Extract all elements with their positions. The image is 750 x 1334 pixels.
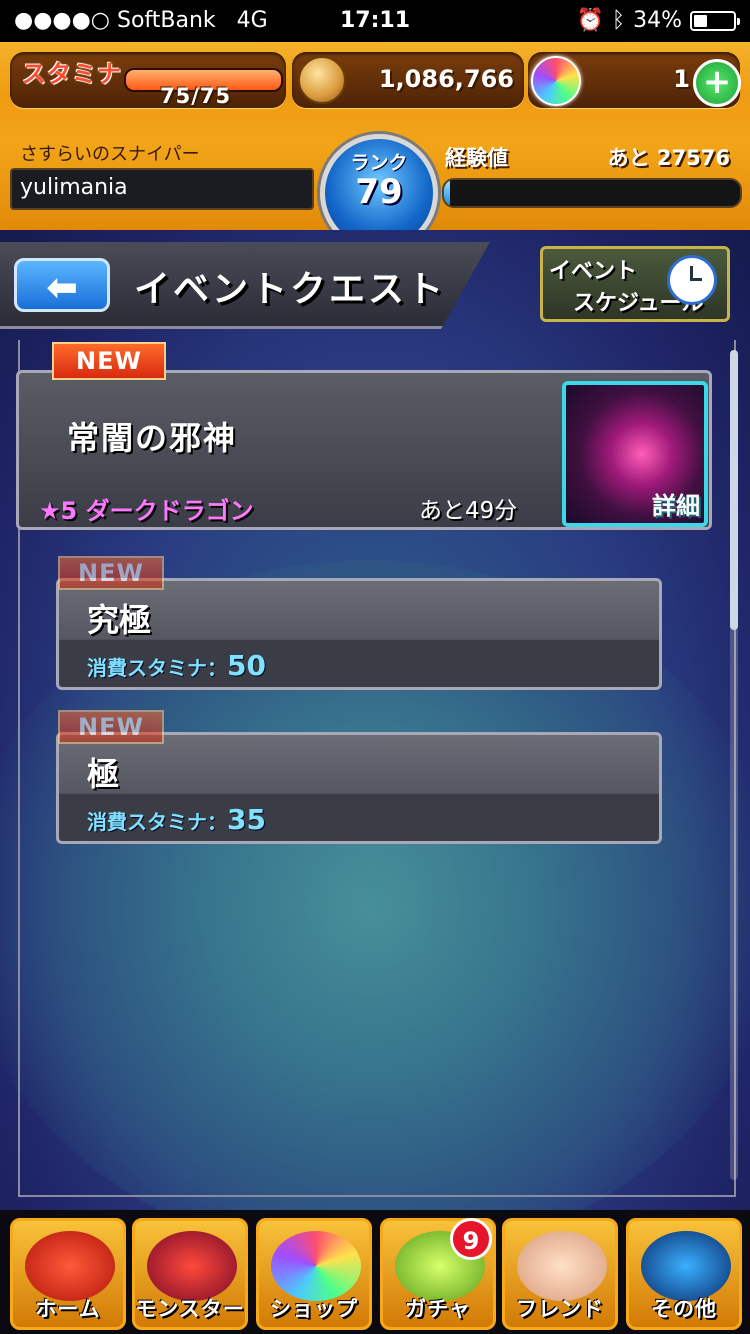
difficulty-name: 極 [87, 755, 120, 793]
player-header: スタミナ 75/75 1,086,766 1 + さすらいのスナイパー yuli… [0, 42, 750, 252]
monster-icon [147, 1231, 237, 1301]
plus-icon: + [702, 62, 732, 102]
new-tag: NEW [58, 710, 164, 744]
back-button[interactable]: ⬅ [14, 258, 110, 312]
quest-time-left: あと49分 [419, 498, 518, 524]
player-title: さすらいのスナイパー [20, 144, 200, 165]
page-title: イベントクエスト [134, 269, 447, 310]
rank-value: 79 [355, 172, 403, 212]
nav-label: ガチャ [405, 1297, 471, 1321]
handshake-icon [517, 1231, 607, 1301]
orb-count: 1 [673, 65, 690, 93]
stamina-cost-label: 消費スタミナ： [87, 656, 227, 680]
coin-icon [298, 56, 346, 104]
new-tag: NEW [52, 342, 166, 380]
schedule-label-line1: イベント [549, 259, 638, 284]
alarm-icon: ⏰ [576, 8, 604, 33]
event-schedule-button[interactable]: イベント スケジュール [540, 246, 730, 322]
main-area: ⬅ イベントクエスト イベント スケジュール 常闇の邪神 ★5 ダークドラゴン … [0, 230, 750, 1210]
rank-label: ランク [350, 152, 408, 174]
stamina-cost-value: 35 [227, 803, 266, 836]
difficulty-card-ultimate[interactable]: 究極 消費スタミナ：50 [56, 578, 662, 690]
back-arrow-icon: ⬅ [46, 265, 78, 309]
nav-label: ホーム [35, 1297, 101, 1321]
stamina-label: スタミナ [22, 60, 122, 88]
coin-count: 1,086,766 [378, 65, 514, 93]
difficulty-cost: 消費スタミナ：35 [87, 803, 266, 836]
nav-shop[interactable]: ショップ [256, 1218, 372, 1330]
scrollbar-thumb[interactable] [730, 350, 738, 630]
scrollbar[interactable] [730, 350, 738, 1180]
battery-icon [690, 10, 740, 31]
exp-label: 経験値 [445, 146, 508, 170]
nav-label: ショップ [270, 1297, 358, 1321]
stamina-cost-label: 消費スタミナ： [87, 810, 227, 834]
orb-icon [271, 1231, 361, 1301]
exp-bar [442, 178, 742, 208]
nav-label: フレンド [516, 1297, 604, 1321]
quest-detail-button[interactable]: 詳細 [562, 381, 708, 527]
difficulty-cost: 消費スタミナ：50 [87, 649, 266, 682]
buy-orb-button[interactable]: + [693, 59, 741, 107]
home-icon [25, 1231, 115, 1301]
quest-boss: ★5 ダークドラゴン [39, 497, 254, 525]
nav-label: モンスター [135, 1297, 245, 1321]
status-right: ⏰ ᛒ 34% [576, 8, 740, 33]
difficulty-name: 究極 [87, 601, 152, 639]
new-tag: NEW [58, 556, 164, 590]
orb-icon [531, 56, 581, 106]
battery-percent: 34% [633, 8, 682, 33]
detail-label: 詳細 [652, 492, 700, 520]
exp-fill [444, 180, 450, 206]
radar-icon [641, 1231, 731, 1301]
player-name: yulimania [20, 175, 128, 200]
difficulty-card-extreme[interactable]: 極 消費スタミナ：35 [56, 732, 662, 844]
quest-card[interactable]: 常闇の邪神 ★5 ダークドラゴン あと49分 詳細 [16, 370, 712, 530]
bottom-nav: ホーム モンスター ショップ ガチャ フレンド その他 [0, 1210, 750, 1334]
bluetooth-icon: ᛒ [611, 8, 626, 33]
nav-home[interactable]: ホーム [10, 1218, 126, 1330]
player-name-box: yulimania [10, 168, 314, 210]
nav-friend[interactable]: フレンド [502, 1218, 618, 1330]
nav-other[interactable]: その他 [626, 1218, 742, 1330]
clock-icon [667, 255, 717, 305]
battery-level [694, 14, 707, 27]
status-bar: ●●●●○ SoftBank 4G 17:11 ⏰ ᛒ 34% [0, 0, 750, 42]
gacha-count-badge: 9 [450, 1218, 492, 1260]
quest-title: 常闇の邪神 [67, 419, 238, 457]
stamina-value: 75/75 [160, 84, 232, 108]
nav-monster[interactable]: モンスター [132, 1218, 248, 1330]
stamina-cost-value: 50 [227, 649, 266, 682]
exp-remaining: あと 27576 [607, 146, 730, 170]
nav-label: その他 [651, 1297, 717, 1321]
